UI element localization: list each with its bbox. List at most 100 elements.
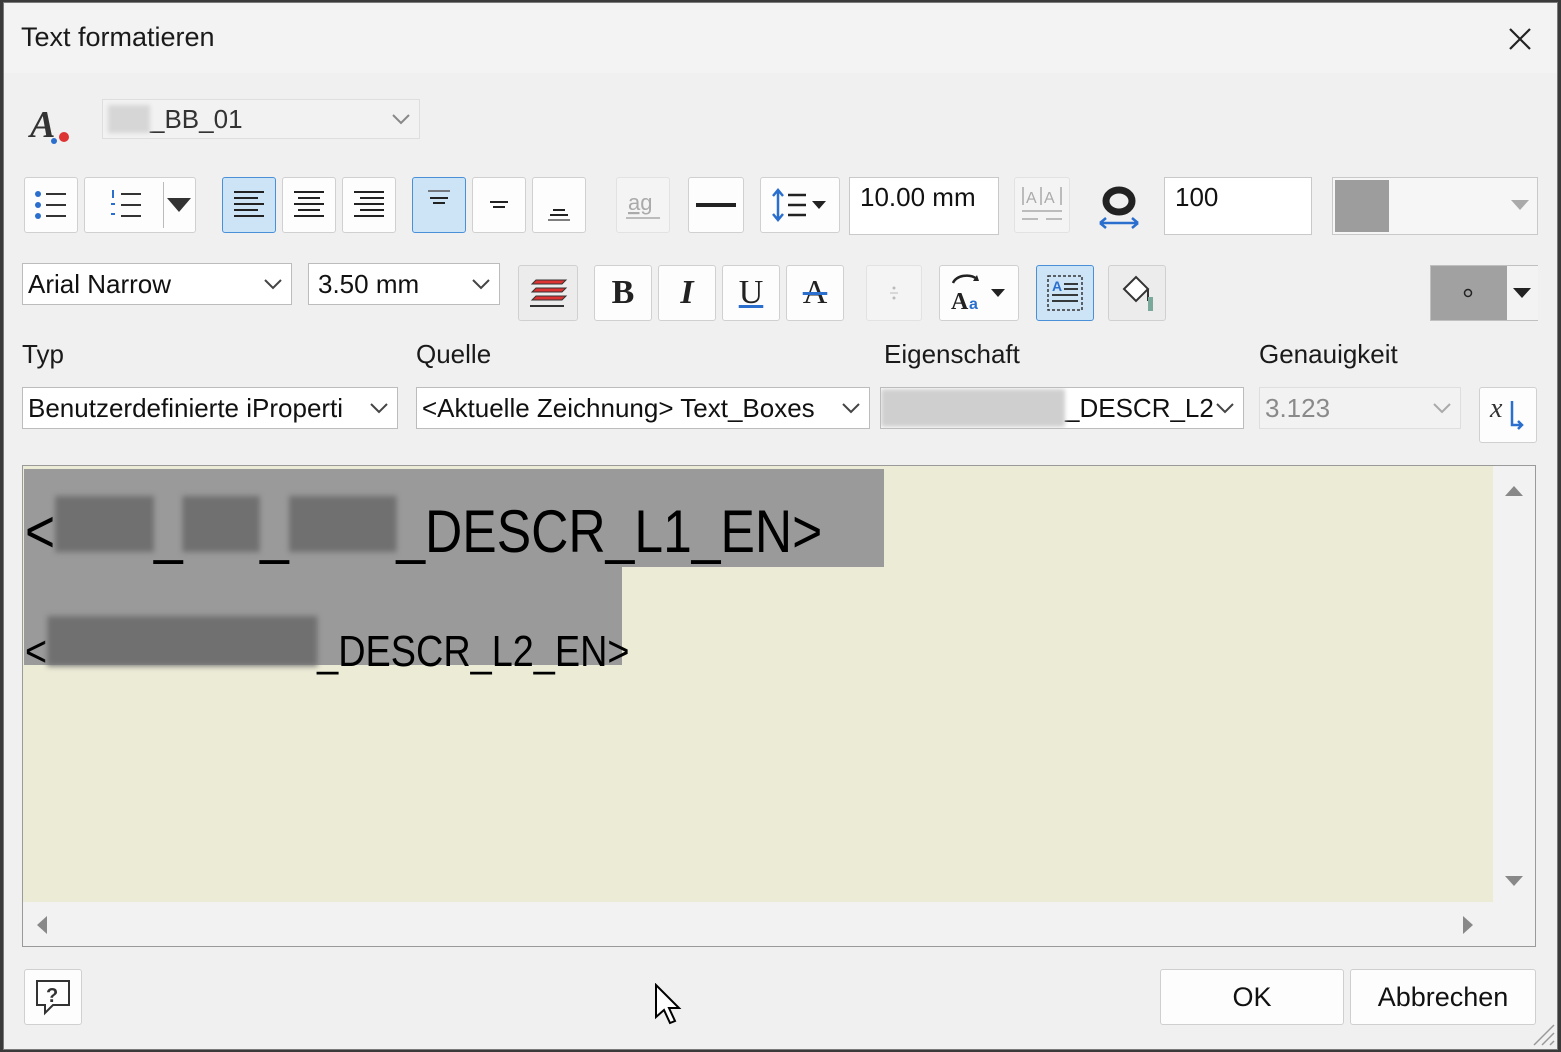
horizontal-scrollbar[interactable] — [23, 902, 1535, 946]
font-family-value: Arial Narrow — [28, 268, 172, 299]
align-center-button[interactable] — [282, 177, 336, 233]
chevron-down-icon — [1433, 403, 1451, 414]
eigenschaft-value: _DESCR_L2 — [1065, 392, 1214, 423]
quelle-value: <Aktuelle Zeichnung> Text_Boxes — [422, 392, 815, 423]
line-spacing-button[interactable] — [760, 177, 840, 233]
bold-button[interactable]: B — [594, 265, 652, 321]
cancel-button[interactable]: Abbrechen — [1350, 969, 1536, 1025]
strikethrough-label: A — [802, 274, 828, 311]
typ-value: Benutzerdefinierte iProperti — [28, 392, 344, 423]
close-button[interactable] — [1497, 17, 1543, 61]
svg-text:A: A — [951, 289, 969, 313]
line2-open: < — [25, 627, 48, 676]
align-left-button[interactable] — [222, 177, 276, 233]
insert-parameter-icon: x — [1489, 395, 1524, 430]
scroll-down-icon[interactable] — [1505, 876, 1523, 888]
fraction-icon — [890, 286, 898, 300]
genauigkeit-value: 3.123 — [1265, 392, 1331, 423]
quelle-combo[interactable]: <Aktuelle Zeichnung> Text_Boxes — [416, 387, 870, 429]
stack-button[interactable] — [518, 265, 578, 321]
line1-sep2: _ — [260, 498, 289, 565]
chevron-down-icon — [1511, 200, 1529, 210]
width-scale-value: 100 — [1175, 182, 1219, 212]
eigenschaft-combo[interactable]: _DESCR_L2 — [880, 387, 1244, 429]
width-scale-icon — [1094, 183, 1144, 233]
chevron-down-icon — [1216, 403, 1234, 414]
line2-text: _DESCR_L2_EN> — [317, 627, 630, 676]
text-case-icon: A a — [951, 274, 1005, 313]
text-stretch-icon: ag — [626, 190, 660, 219]
dropdown-arrow-icon — [1513, 288, 1531, 298]
text-stretch-button[interactable]: ag — [616, 177, 670, 233]
svg-text:A: A — [1044, 190, 1055, 207]
align-bottom-icon — [548, 209, 570, 221]
align-right-button[interactable] — [342, 177, 396, 233]
svg-text:A: A — [1052, 278, 1062, 294]
degree-symbol-icon — [1463, 288, 1473, 298]
mouse-cursor-icon — [655, 983, 682, 1025]
font-size-combo[interactable]: 3.50 mm — [308, 263, 500, 305]
scroll-left-icon[interactable] — [35, 916, 47, 934]
close-icon — [1509, 28, 1531, 50]
line-spacing-input[interactable]: 10.00 mm — [849, 177, 999, 235]
svg-text:A: A — [28, 104, 55, 146]
typ-combo[interactable]: Benutzerdefinierte iProperti — [22, 387, 398, 429]
chevron-down-icon — [472, 279, 490, 290]
symbol-combo[interactable] — [1430, 265, 1538, 321]
help-button[interactable]: ? — [24, 969, 82, 1025]
svg-text:ag: ag — [628, 190, 652, 215]
svg-text:x: x — [1489, 395, 1503, 424]
bullet-list-button[interactable] — [24, 177, 78, 233]
ok-button[interactable]: OK — [1160, 969, 1344, 1025]
italic-button[interactable]: I — [658, 265, 716, 321]
text-editor[interactable]: < _ _ _DESCR_L1_EN> < _DESCR_L2_EN> — [22, 465, 1536, 947]
dialog-title: Text formatieren — [21, 22, 215, 52]
eigenschaft-label: Eigenschaft — [884, 339, 1020, 369]
title-bar: Text formatieren — [4, 3, 1557, 73]
text-style-combo[interactable]: _BB_01 — [102, 99, 420, 139]
svg-text:?: ? — [46, 985, 58, 1007]
typ-label: Typ — [22, 339, 64, 369]
numbered-list-button[interactable] — [84, 177, 196, 233]
align-top-icon — [428, 190, 450, 204]
align-right-icon — [354, 191, 384, 217]
scroll-right-icon[interactable] — [1463, 916, 1475, 934]
align-middle-button[interactable] — [472, 177, 526, 233]
fraction-button[interactable] — [866, 265, 922, 321]
cancel-label: Abbrechen — [1377, 981, 1509, 1012]
align-top-button[interactable] — [412, 177, 466, 233]
redacted-area — [182, 496, 261, 552]
italic-label: I — [680, 274, 694, 311]
scroll-up-icon[interactable] — [1505, 484, 1523, 496]
chevron-down-icon — [833, 402, 861, 414]
text-case-button[interactable]: A a — [939, 265, 1019, 321]
redacted-area — [55, 496, 155, 552]
symbol-dropdown-area — [1507, 266, 1538, 320]
width-scale-input[interactable]: 100 — [1164, 177, 1312, 235]
line-weight-icon — [696, 203, 736, 207]
line-spacing-icon — [772, 188, 826, 222]
dropdown-arrow-icon — [167, 198, 191, 212]
underline-button[interactable]: U — [722, 265, 780, 321]
character-spacing-icon: A A — [1022, 187, 1062, 220]
line1-text: _DESCR_L1_EN> — [396, 498, 823, 565]
bullet-list-icon — [35, 191, 66, 219]
text-frame-button[interactable]: A — [1036, 265, 1094, 321]
svg-text:A: A — [1026, 190, 1037, 207]
redacted-area — [288, 496, 397, 552]
strikethrough-button[interactable]: A — [786, 265, 844, 321]
insert-parameter-button[interactable]: x — [1479, 387, 1537, 443]
text-format-dialog: Text formatieren A _BB_01 ag 10.00 mm A … — [3, 2, 1558, 1050]
font-family-combo[interactable]: Arial Narrow — [22, 263, 292, 305]
character-spacing-button[interactable]: A A — [1014, 177, 1070, 233]
color-combo[interactable] — [1332, 177, 1538, 235]
genauigkeit-combo[interactable]: 3.123 — [1259, 387, 1461, 429]
background-fill-button[interactable] — [1108, 265, 1166, 321]
align-bottom-button[interactable] — [532, 177, 586, 233]
resize-grip-icon[interactable] — [1526, 1017, 1556, 1047]
vertical-scrollbar[interactable] — [1493, 466, 1535, 902]
color-swatch — [1335, 180, 1389, 232]
line-weight-button[interactable] — [688, 177, 744, 233]
quelle-label: Quelle — [416, 339, 492, 369]
text-style-icon[interactable]: A — [28, 101, 76, 149]
